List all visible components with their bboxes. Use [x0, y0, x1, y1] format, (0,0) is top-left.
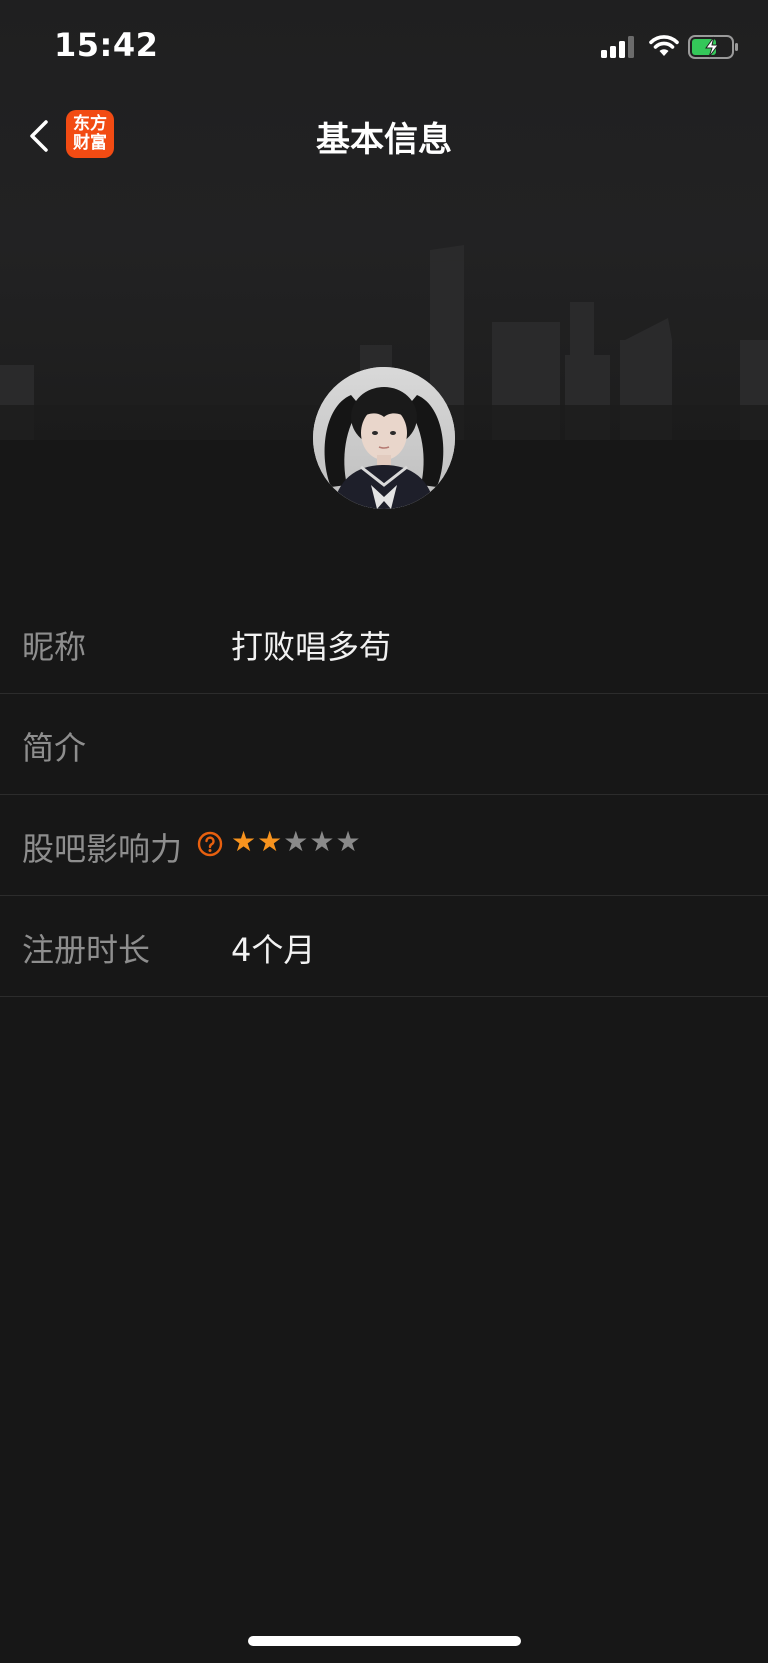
status-bar: 15:42	[0, 0, 768, 92]
avatar-portrait-image	[313, 367, 455, 509]
star-empty-icon: ★	[283, 825, 310, 858]
star-filled-icon: ★	[231, 825, 258, 858]
battery-charging-icon	[688, 35, 740, 63]
wifi-icon	[648, 34, 680, 62]
star-empty-icon: ★	[309, 825, 336, 858]
nickname-label: 昵称	[22, 628, 87, 666]
nickname-value: 打败唱多苟	[231, 628, 392, 666]
bio-row[interactable]: 简介	[0, 694, 768, 795]
influence-row[interactable]: 股吧影响力 ★★★★★	[0, 795, 768, 896]
star-filled-icon: ★	[257, 825, 284, 858]
page-title: 基本信息	[316, 120, 452, 160]
influence-star-rating: ★★★★★	[231, 826, 362, 858]
registration-value: 4个月	[231, 931, 316, 969]
profile-info-list: 昵称 打败唱多苟 简介 股吧影响力 ★★★★★ 注册时长 4个月	[0, 593, 768, 997]
nickname-row[interactable]: 昵称 打败唱多苟	[0, 593, 768, 694]
registration-label: 注册时长	[22, 931, 151, 969]
bio-label: 简介	[22, 729, 87, 767]
screen: 15:42 东方 财富 基本信息 昵称 打败唱多苟 简介 股吧影响力 ★★★★★…	[0, 0, 768, 1663]
registration-row[interactable]: 注册时长 4个月	[0, 896, 768, 997]
cellular-signal-icon	[601, 36, 637, 62]
navigation-bar: 东方 财富 基本信息	[0, 92, 768, 180]
home-indicator[interactable]	[248, 1636, 521, 1646]
star-empty-icon: ★	[335, 825, 362, 858]
status-time: 15:42	[54, 26, 159, 64]
avatar[interactable]	[313, 367, 455, 509]
influence-label: 股吧影响力	[22, 830, 183, 868]
help-question-icon[interactable]	[197, 831, 223, 857]
